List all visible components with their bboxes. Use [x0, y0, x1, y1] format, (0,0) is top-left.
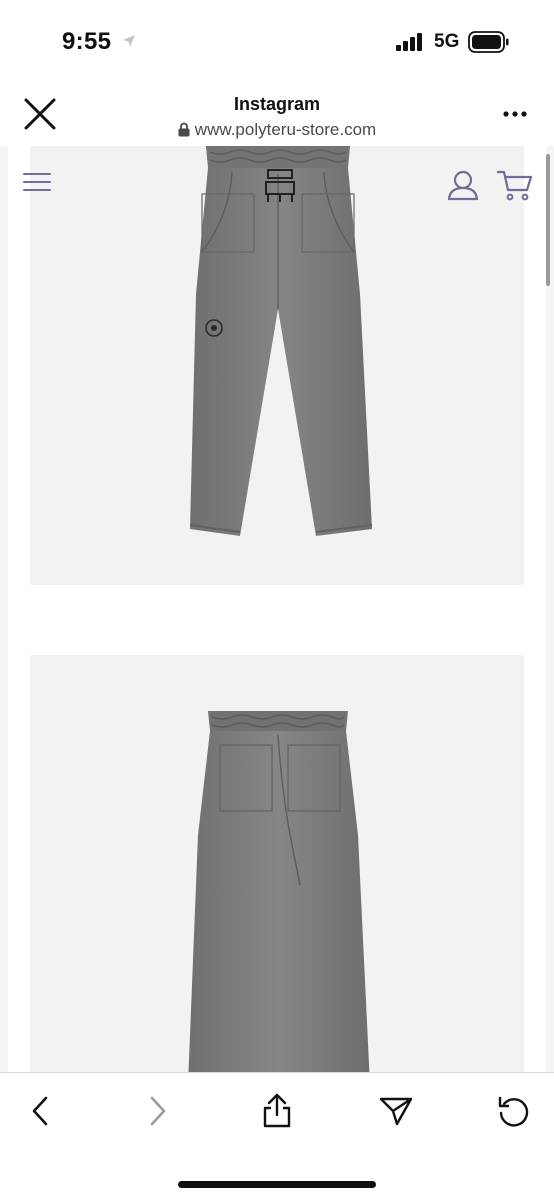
location-arrow-icon: [123, 35, 135, 47]
pants-back-image: [188, 711, 370, 1072]
browser-header: Instagram www.polyteru-store.com: [0, 80, 554, 146]
web-page: [8, 146, 546, 1072]
scrollbar[interactable]: [546, 154, 550, 286]
page-title: Instagram: [233, 94, 321, 114]
shopping-cart-icon: [496, 170, 533, 201]
pants-front-image: [189, 146, 373, 536]
network-label: 5G: [434, 31, 460, 52]
send-button[interactable]: [374, 1091, 418, 1131]
web-viewport[interactable]: [0, 146, 554, 1072]
url-display[interactable]: www.polyteru-store.com: [0, 120, 554, 140]
reload-icon: [498, 1096, 529, 1127]
reload-button[interactable]: [492, 1091, 536, 1131]
browser-toolbar: [0, 1072, 554, 1200]
share-button[interactable]: [255, 1091, 299, 1131]
product-image-front[interactable]: [30, 146, 524, 585]
url-text: www.polyteru-store.com: [194, 120, 377, 139]
more-options-button[interactable]: [500, 104, 530, 124]
home-indicator[interactable]: [178, 1181, 376, 1188]
status-bar: 9:55 5G: [0, 0, 554, 80]
more-dots-icon: [503, 111, 527, 117]
share-icon: [263, 1093, 291, 1128]
site-account-button[interactable]: [446, 168, 480, 202]
forward-arrow-icon: [150, 1096, 166, 1126]
send-icon: [379, 1097, 413, 1126]
status-time: 9:55: [62, 28, 112, 55]
lock-icon: [178, 122, 190, 137]
forward-button[interactable]: [136, 1091, 180, 1131]
battery-icon: [468, 31, 509, 53]
signal-bars-icon: [396, 33, 422, 51]
product-image-back[interactable]: [30, 655, 524, 1072]
site-cart-button[interactable]: [496, 168, 534, 202]
user-account-icon: [447, 170, 479, 201]
back-button[interactable]: [18, 1091, 62, 1131]
site-menu-button[interactable]: [22, 170, 52, 194]
back-arrow-icon: [32, 1096, 48, 1126]
hamburger-menu-icon: [23, 173, 51, 191]
